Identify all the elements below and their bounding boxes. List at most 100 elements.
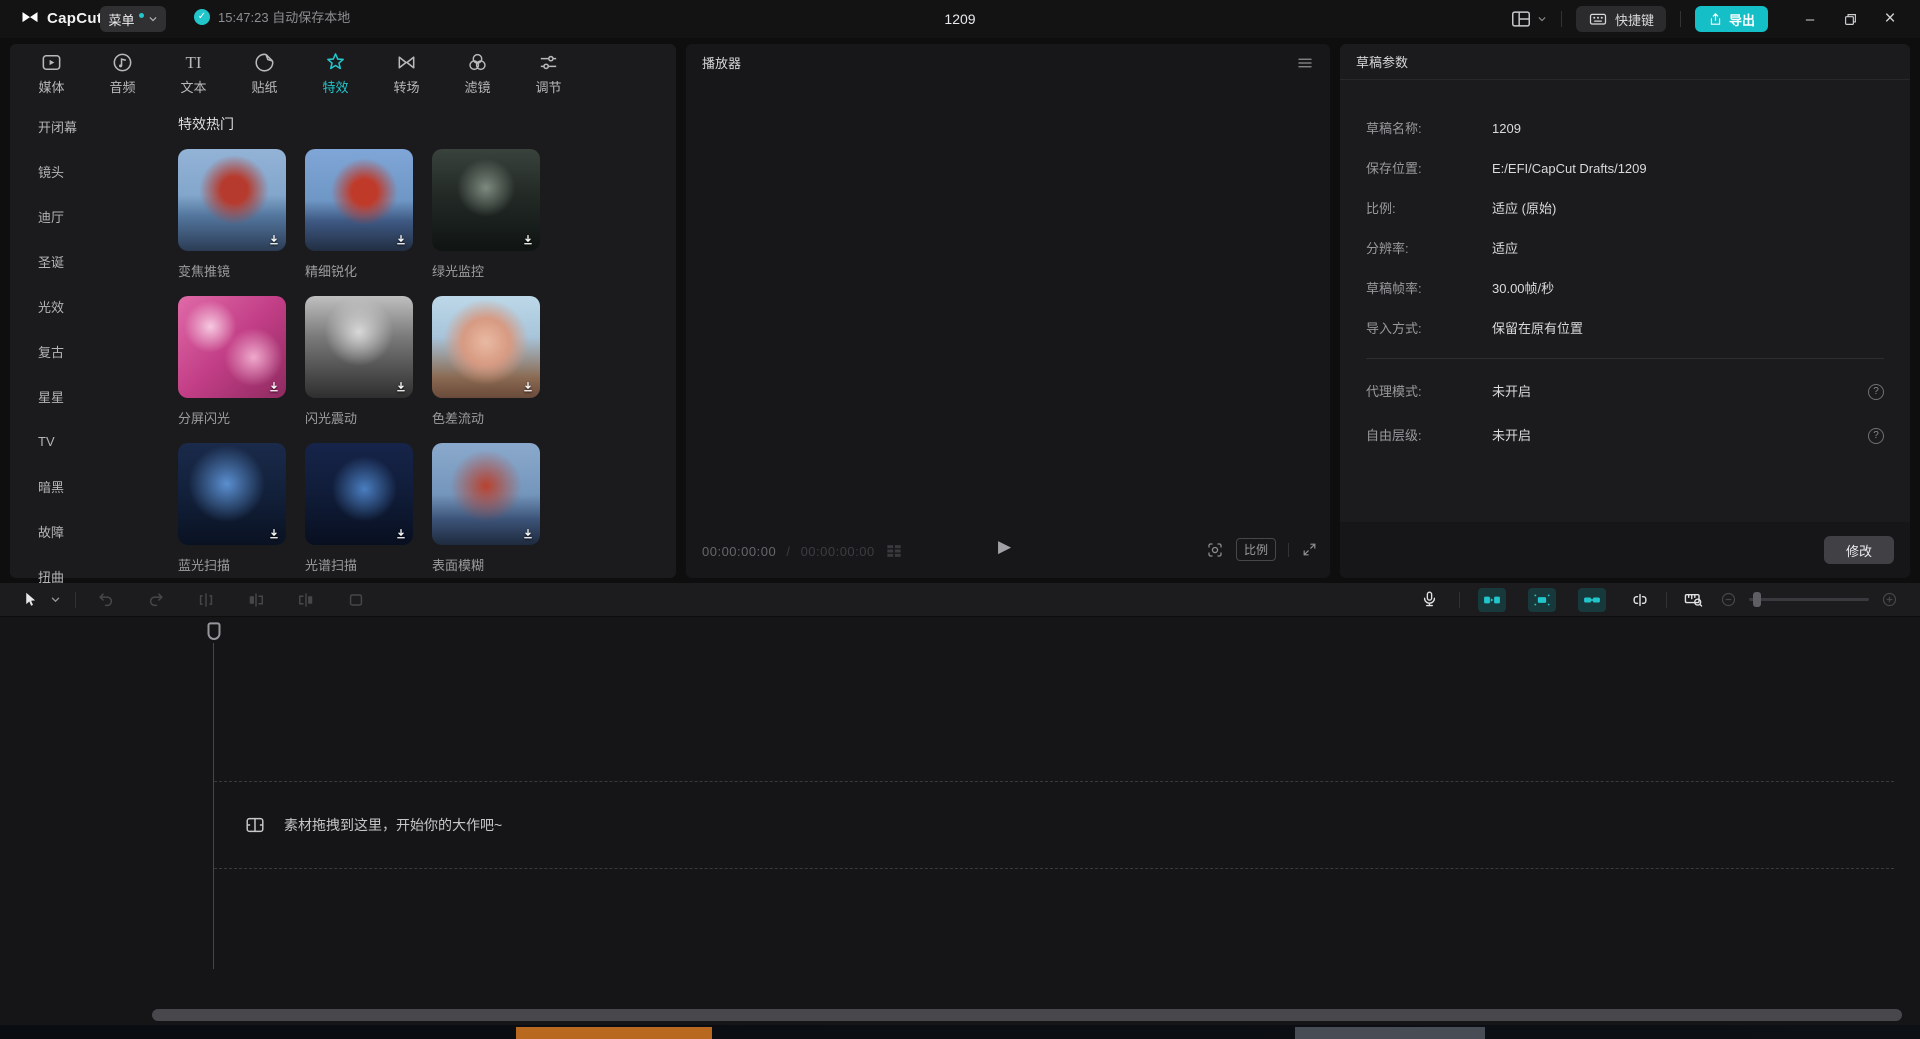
select-cursor-icon[interactable] [22,591,39,608]
info-icon[interactable]: ? [1868,428,1884,444]
draft-row-label: 保存位置: [1366,159,1492,179]
category-dark[interactable]: 暗黑 [10,464,160,509]
close-button[interactable]: × [1870,4,1910,34]
category-lens[interactable]: 镜头 [10,149,160,194]
draft-footer: 修改 [1340,522,1910,578]
auto-snap-toggle[interactable] [1478,588,1506,612]
category-light-fx[interactable]: 光效 [10,284,160,329]
effect-card[interactable]: 分屏闪光 [178,296,286,443]
zoom-slider-handle[interactable] [1753,592,1761,607]
taskbar-app-highlight[interactable] [1295,1027,1485,1039]
drop-hint-text: 素材拖拽到这里，开始你的大作吧~ [284,815,502,835]
undo-icon[interactable] [96,590,116,610]
effect-card[interactable]: 变焦推镜 [178,149,286,296]
play-button[interactable]: ▶ [998,538,1011,555]
effect-thumbnail[interactable] [178,149,286,251]
category-christmas[interactable]: 圣诞 [10,239,160,284]
download-icon[interactable] [394,233,408,247]
info-icon[interactable]: ? [1868,384,1884,400]
media-icon [40,51,63,74]
preview-axis-toggle[interactable] [1578,588,1606,612]
split-keep-right-icon[interactable] [296,590,316,610]
record-voiceover-icon[interactable] [1420,590,1439,609]
tab-label: 音频 [109,77,135,96]
effect-card[interactable]: 闪光震动 [305,296,413,443]
effect-card[interactable]: 光谱扫描 [305,443,413,590]
split-clip-icon[interactable] [196,590,216,610]
download-icon[interactable] [521,380,535,394]
cursor-mode-chevron-icon[interactable] [50,594,61,605]
tab-transitions[interactable]: 转场 [371,46,442,100]
media-drop-zone[interactable]: 素材拖拽到这里，开始你的大作吧~ [214,781,1894,869]
effect-categories: 开闭幕 镜头 迪厅 圣诞 光效 复古 星星 TV 暗黑 故障 扭曲 [10,104,160,599]
export-button[interactable]: 导出 [1695,6,1768,32]
draft-row-proxy-mode: 代理模式: 未开启 ? [1366,382,1884,402]
effect-thumbnail[interactable] [432,296,540,398]
download-icon[interactable] [267,380,281,394]
fullscreen-icon[interactable] [1301,541,1318,558]
redo-icon[interactable] [146,590,166,610]
category-retro[interactable]: 复古 [10,329,160,374]
modify-button[interactable]: 修改 [1824,536,1894,564]
download-icon[interactable] [521,233,535,247]
effect-card[interactable]: 色差流动 [432,296,540,443]
player-menu-icon[interactable] [1296,54,1314,72]
frame-list-icon[interactable] [884,541,904,561]
effect-card[interactable]: 表面模糊 [432,443,540,590]
effect-card[interactable]: 绿光监控 [432,149,540,296]
linkage-toggle[interactable] [1528,588,1556,612]
category-disco[interactable]: 迪厅 [10,194,160,239]
mirror-split-icon[interactable] [1630,590,1650,610]
tab-audio[interactable]: 音频 [87,46,158,100]
effect-thumbnail[interactable] [305,296,413,398]
timeline-scale-icon[interactable] [1683,589,1704,610]
minimize-button[interactable]: – [1790,4,1830,34]
zoom-slider-track[interactable] [1749,598,1869,601]
download-icon[interactable] [394,380,408,394]
layout-panels-icon[interactable] [1510,8,1532,30]
category-tv[interactable]: TV [10,419,160,464]
tab-adjust[interactable]: 调节 [513,46,584,100]
tab-media[interactable]: 媒体 [16,46,87,100]
effect-thumbnail[interactable] [178,296,286,398]
download-icon[interactable] [521,527,535,541]
download-icon[interactable] [394,527,408,541]
effect-thumbnail[interactable] [432,149,540,251]
effect-thumbnail[interactable] [178,443,286,545]
category-open-close[interactable]: 开闭幕 [10,104,160,149]
preview-focus-icon[interactable] [1206,541,1224,559]
category-glitch[interactable]: 故障 [10,509,160,554]
restore-button[interactable] [1830,4,1870,34]
zoom-in-icon[interactable] [1881,591,1898,608]
download-icon[interactable] [267,527,281,541]
tab-stickers[interactable]: 贴纸 [229,46,300,100]
shortcuts-button[interactable]: 快捷键 [1576,6,1666,32]
ratio-button[interactable]: 比例 [1236,538,1276,561]
horizontal-scrollbar[interactable] [152,1009,1902,1021]
split-keep-left-icon[interactable] [246,590,266,610]
effect-thumbnail[interactable] [432,443,540,545]
effect-card[interactable]: 精细锐化 [305,149,413,296]
timeline[interactable]: 素材拖拽到这里，开始你的大作吧~ [0,616,1920,1025]
export-icon [1708,12,1723,27]
draft-row-value: 未开启 [1492,382,1531,402]
playhead-handle[interactable] [206,622,222,643]
effect-card[interactable]: 蓝光扫描 [178,443,286,590]
tab-label: 滤镜 [464,77,490,96]
tab-filters[interactable]: 滤镜 [442,46,513,100]
zoom-out-icon[interactable] [1720,591,1737,608]
download-icon[interactable] [267,233,281,247]
delete-clip-icon[interactable] [346,590,366,610]
taskbar-app-highlight[interactable] [516,1027,712,1039]
timeline-zoom-slider[interactable] [1749,598,1869,601]
layout-chevron-icon[interactable] [1537,14,1547,24]
tab-effects[interactable]: 特效 [300,46,371,100]
effects-star-icon [324,51,347,74]
player-panel: 播放器 00:00:00:00 / 00:00:00:00 ▶ 比例 [686,44,1330,578]
effect-thumbnail[interactable] [305,149,413,251]
draft-row-value: 未开启 [1492,426,1531,446]
category-stars[interactable]: 星星 [10,374,160,419]
effects-grid: 变焦推镜 精细锐化 绿光监控 分屏闪光 [178,149,540,590]
tab-text[interactable]: TI 文本 [158,46,229,100]
effect-thumbnail[interactable] [305,443,413,545]
